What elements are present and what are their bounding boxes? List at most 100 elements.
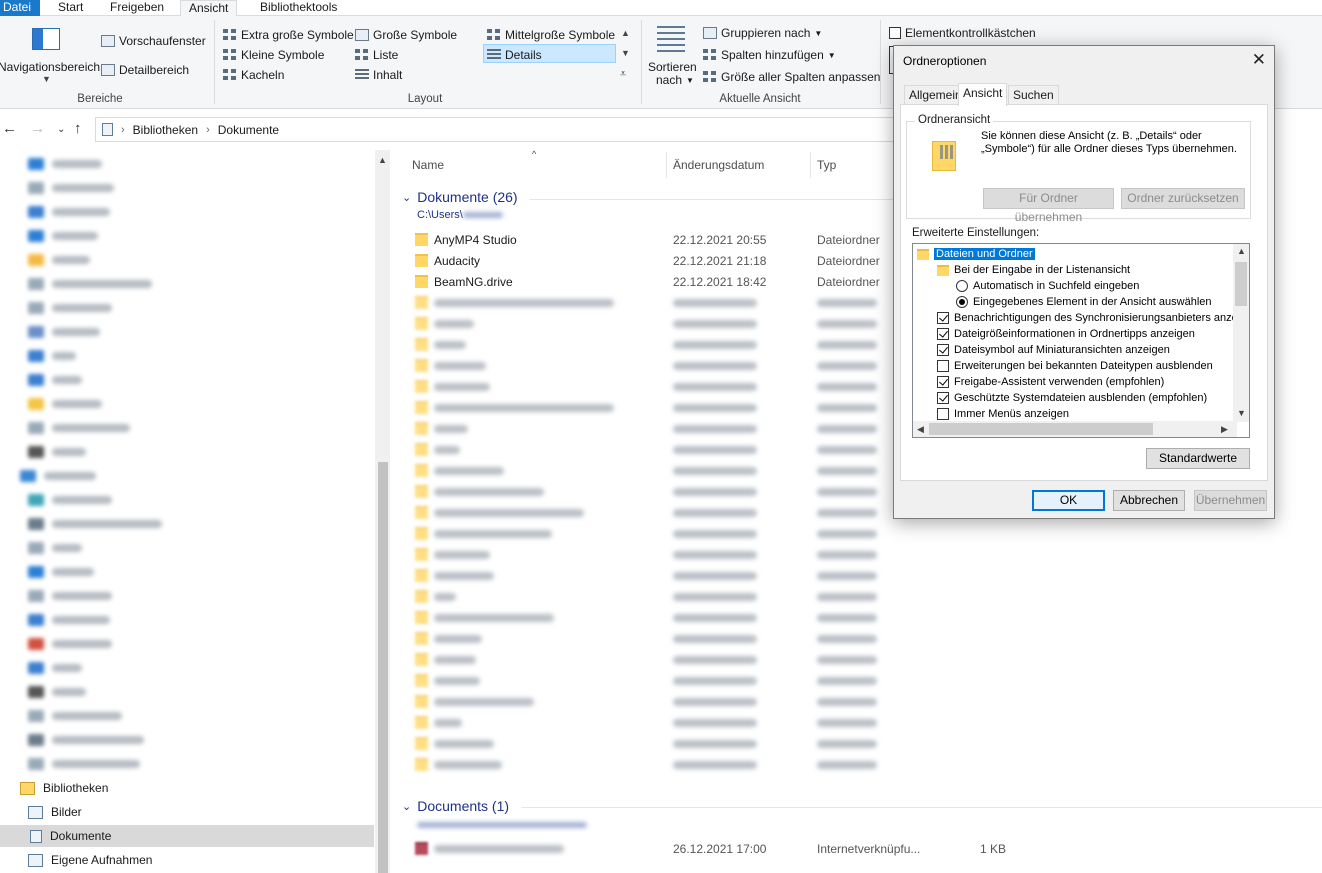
scroll-right-icon[interactable]: ▶ — [1221, 424, 1228, 435]
file-row[interactable] — [415, 649, 885, 670]
layout-small-icons[interactable]: Kleine Symbole — [223, 48, 324, 62]
nav-item-blurred[interactable] — [28, 513, 382, 535]
sort-icon[interactable] — [657, 26, 685, 54]
nav-item-blurred[interactable] — [28, 393, 382, 415]
vorschaufenster-button[interactable]: Vorschaufenster — [101, 34, 206, 48]
tree-root-dateien-und-ordner[interactable]: Dateien und Ordner — [917, 246, 1035, 262]
layout-expand-icon[interactable]: ⩡ — [620, 68, 626, 81]
sortieren-nach-label[interactable]: nach ▼ — [656, 73, 694, 87]
nav-item-blurred[interactable] — [28, 249, 382, 271]
layout-content[interactable]: Inhalt — [355, 68, 402, 82]
tab-ansicht-dialog[interactable]: Ansicht — [958, 83, 1008, 106]
advanced-settings-tree[interactable]: Dateien und Ordner Bei der Eingabe in de… — [912, 243, 1250, 438]
breadcrumb-dokumente[interactable]: Dokumente — [218, 123, 279, 137]
spalten-hinzufuegen-button[interactable]: Spalten hinzufügen ▼ — [703, 48, 836, 62]
sortieren-button[interactable]: Sortieren — [648, 60, 697, 74]
file-row[interactable] — [415, 481, 885, 502]
fuer-ordner-uebernehmen-button[interactable]: Für Ordner übernehmen — [983, 188, 1114, 224]
nav-item-dokumente[interactable]: Dokumente — [0, 825, 374, 847]
gruppieren-button[interactable]: Gruppieren nach ▼ — [703, 26, 822, 40]
navigationsbereich-button[interactable]: Navigationsbereich — [0, 60, 100, 74]
size-all-columns-button[interactable]: Größe aller Spalten anpassen — [703, 70, 880, 84]
file-row[interactable]: 26.12.2021 17:00 Internetverknüpfu... 1 … — [415, 838, 1035, 859]
file-row[interactable] — [415, 544, 885, 565]
file-row[interactable] — [415, 691, 885, 712]
forward-arrow-icon[interactable]: → — [30, 120, 45, 137]
breadcrumb-bibliotheken[interactable]: Bibliotheken — [133, 123, 198, 137]
nav-item-blurred[interactable] — [28, 609, 382, 631]
nav-item-blurred[interactable] — [28, 441, 382, 463]
elementkontrollkaestchen-checkbox[interactable]: Elementkontrollkästchen — [889, 26, 1036, 40]
file-row[interactable] — [415, 565, 885, 586]
tree-vertical-thumb[interactable] — [1235, 262, 1247, 306]
file-row[interactable] — [415, 502, 885, 523]
tree-horizontal-scrollbar[interactable]: ◀ ▶ — [913, 421, 1237, 437]
file-row[interactable] — [415, 334, 885, 355]
nav-item-blurred[interactable] — [28, 297, 382, 319]
file-row[interactable] — [415, 355, 885, 376]
layout-extra-large-icons[interactable]: Extra große Symbole — [223, 28, 354, 42]
file-row[interactable] — [415, 418, 885, 439]
nav-item-blurred[interactable] — [28, 657, 382, 679]
scroll-left-icon[interactable]: ◀ — [917, 424, 924, 435]
column-header-type[interactable]: Typ — [817, 158, 836, 172]
file-row[interactable] — [415, 586, 885, 607]
abbrechen-button[interactable]: Abbrechen — [1113, 490, 1185, 511]
column-header-name[interactable]: Name — [412, 158, 444, 172]
nav-item-blurred[interactable] — [28, 417, 382, 439]
standardwerte-button[interactable]: Standardwerte — [1146, 448, 1250, 469]
file-row[interactable] — [415, 607, 885, 628]
uebernehmen-button[interactable]: Übernehmen — [1194, 490, 1267, 511]
tab-freigeben[interactable]: Freigeben — [102, 0, 172, 16]
layout-large-icons[interactable]: Große Symbole — [355, 28, 457, 42]
nav-item-blurred[interactable] — [28, 537, 382, 559]
tab-datei[interactable]: Datei — [0, 0, 40, 16]
tree-horizontal-thumb[interactable] — [929, 423, 1153, 435]
tab-suchen[interactable]: Suchen — [1008, 85, 1059, 105]
layout-list[interactable]: Liste — [355, 48, 398, 62]
nav-item-blurred[interactable] — [28, 633, 382, 655]
tree-checkbox-item[interactable]: Erweiterungen bei bekannten Dateitypen a… — [937, 358, 1213, 374]
tab-ansicht[interactable]: Ansicht — [180, 0, 238, 17]
file-row[interactable] — [415, 733, 885, 754]
column-header-date[interactable]: Änderungsdatum — [673, 158, 764, 172]
nav-scroll-up-icon[interactable]: ▲ — [378, 155, 387, 165]
file-row[interactable]: BeamNG.drive 22.12.2021 18:42 Dateiordne… — [415, 271, 885, 292]
tree-checkbox-item[interactable]: Dateigrößeinformationen in Ordnertipps a… — [937, 326, 1195, 342]
column-divider[interactable] — [810, 152, 811, 178]
scroll-up-icon[interactable]: ▲ — [1237, 246, 1246, 256]
file-row[interactable] — [415, 754, 885, 775]
radio-element-auswaehlen[interactable]: Eingegebenes Element in der Ansicht ausw… — [956, 294, 1212, 310]
nav-item-blurred[interactable] — [28, 321, 382, 343]
nav-item-blurred[interactable] — [28, 705, 382, 727]
file-row[interactable] — [415, 439, 885, 460]
nav-item-blurred[interactable] — [28, 225, 382, 247]
nav-scrollbar-thumb[interactable] — [378, 462, 388, 873]
radio-suchfeld[interactable]: Automatisch in Suchfeld eingeben — [956, 278, 1139, 294]
file-row[interactable] — [415, 712, 885, 733]
layout-scroll-up-icon[interactable]: ▲ — [621, 28, 630, 38]
group-header-dokumente[interactable]: ⌄ Dokumente (26) — [402, 189, 518, 205]
up-arrow-icon[interactable]: ↑ — [74, 120, 82, 137]
tree-checkbox-item[interactable]: Freigabe-Assistent verwenden (empfohlen) — [937, 374, 1164, 390]
nav-item-blurred[interactable] — [28, 273, 382, 295]
nav-item-blurred[interactable] — [28, 201, 382, 223]
ordner-zuruecksetzen-button[interactable]: Ordner zurücksetzen — [1121, 188, 1245, 209]
ok-button[interactable]: OK — [1032, 490, 1105, 511]
file-row[interactable] — [415, 523, 885, 544]
file-row[interactable]: AnyMP4 Studio 22.12.2021 20:55 Dateiordn… — [415, 229, 885, 250]
tree-checkbox-item[interactable]: Immer Menüs anzeigen — [937, 406, 1069, 422]
navigation-pane-icon[interactable] — [32, 28, 60, 50]
nav-item-blurred[interactable] — [28, 177, 382, 199]
tree-vertical-scrollbar[interactable]: ▲ ▼ — [1233, 244, 1249, 422]
detailbereich-button[interactable]: Detailbereich — [101, 63, 189, 77]
file-row[interactable] — [415, 670, 885, 691]
tab-start[interactable]: Start — [50, 0, 91, 16]
tab-bibliothektools[interactable]: Bibliothektools — [252, 0, 345, 16]
close-icon[interactable]: ✕ — [1252, 50, 1266, 70]
nav-item-blurred[interactable] — [28, 561, 382, 583]
nav-item-bilder[interactable]: Bilder — [28, 801, 382, 823]
tree-checkbox-item[interactable]: Benachrichtigungen des Synchronisierungs… — [937, 310, 1246, 326]
back-arrow-icon[interactable]: ← — [2, 120, 17, 137]
file-row[interactable] — [415, 376, 885, 397]
